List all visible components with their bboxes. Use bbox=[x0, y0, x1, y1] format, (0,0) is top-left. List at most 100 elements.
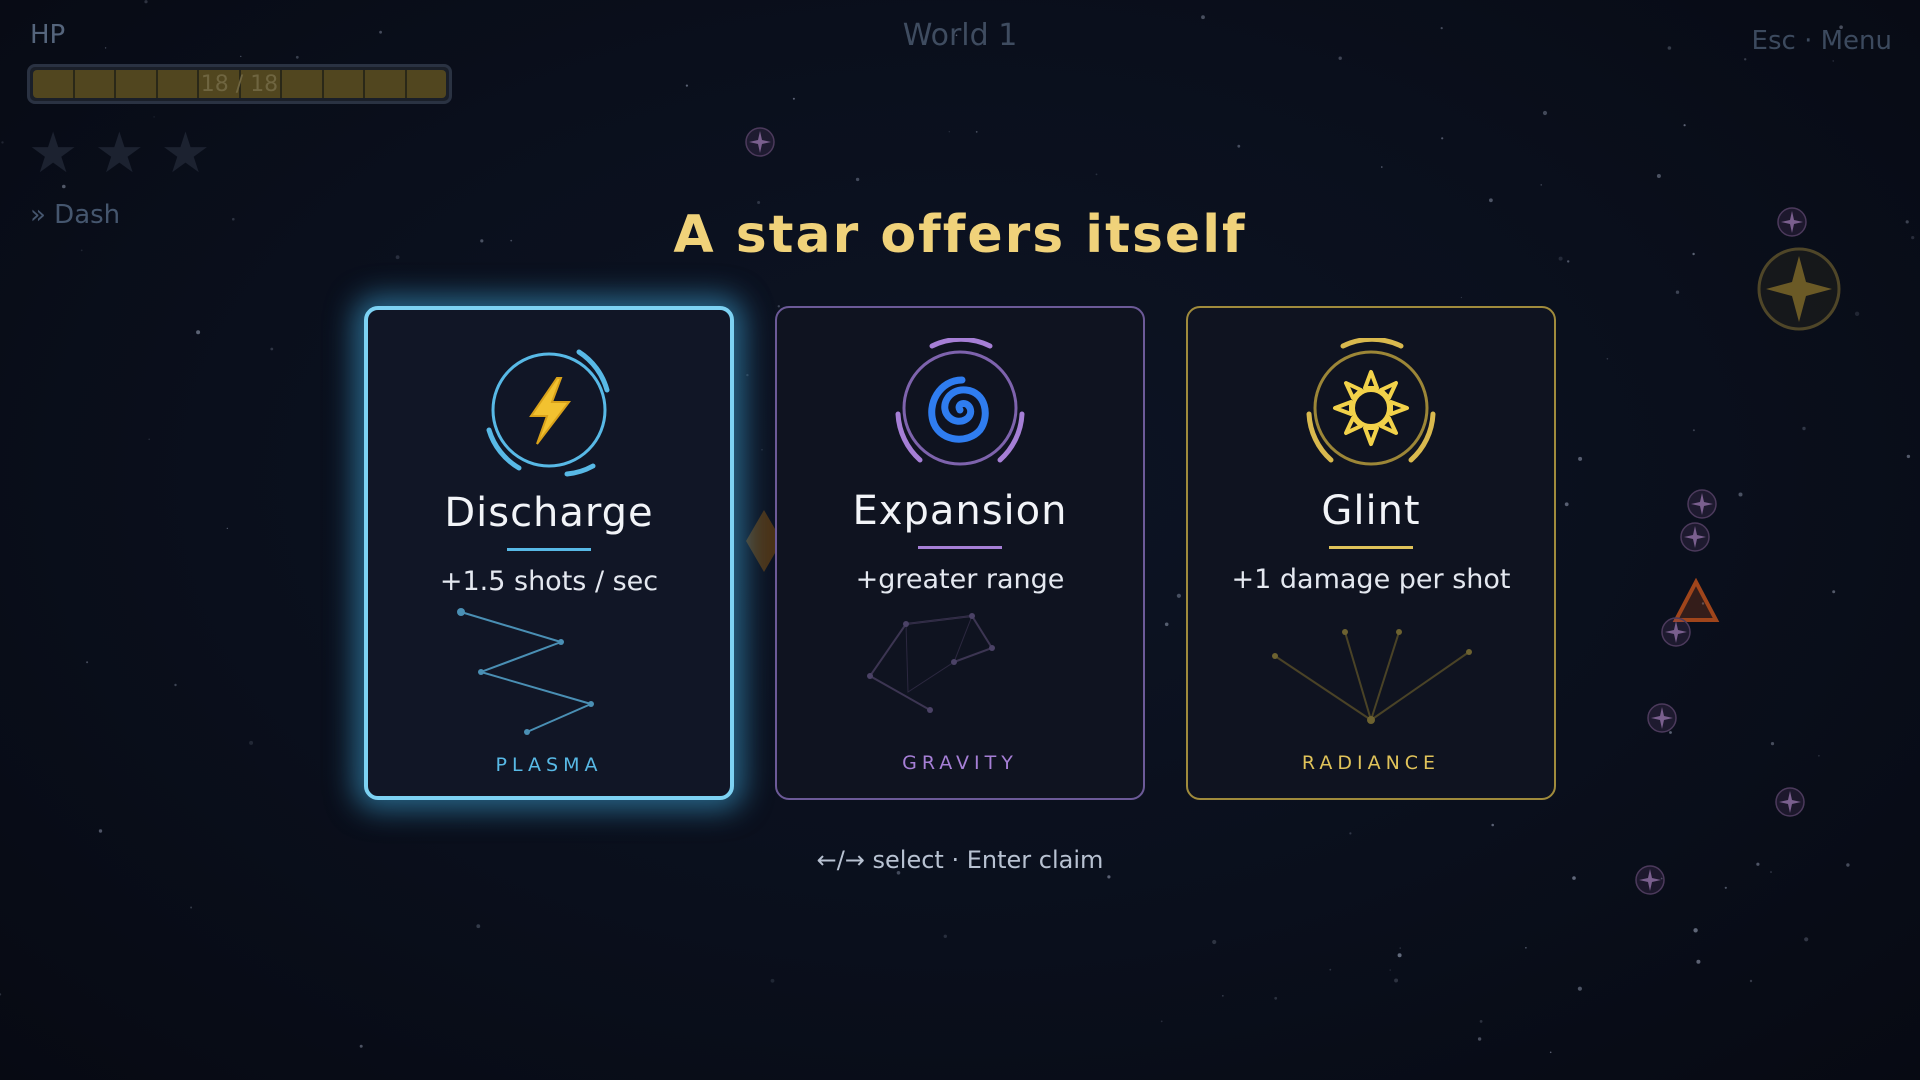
background-star bbox=[1237, 144, 1241, 148]
background-star bbox=[1460, 296, 1462, 299]
star-rating: ★ ★ ★ bbox=[28, 124, 211, 184]
background-star bbox=[98, 829, 103, 833]
background-star bbox=[1542, 110, 1548, 116]
background-star bbox=[1381, 166, 1383, 168]
enemy-star-icon bbox=[745, 127, 775, 157]
background-star bbox=[777, 305, 780, 308]
card-title: Discharge bbox=[444, 490, 654, 536]
upgrade-card-expansion[interactable]: Expansion +greater range GRAVITY bbox=[775, 306, 1145, 800]
background-star bbox=[1675, 290, 1680, 294]
background-star bbox=[86, 661, 89, 664]
background-star bbox=[1212, 939, 1217, 945]
star-icon: ★ bbox=[28, 121, 79, 186]
upgrade-card-glint[interactable]: Glint +1 damage per shot RADIANCE bbox=[1186, 306, 1556, 800]
star-icon: ★ bbox=[94, 121, 145, 186]
card-title: Expansion bbox=[852, 488, 1068, 534]
background-star bbox=[1692, 429, 1695, 432]
menu-hint: Esc · Menu bbox=[1751, 26, 1892, 56]
background-star bbox=[1724, 886, 1727, 889]
background-star bbox=[1578, 456, 1583, 461]
card-description: +1.5 shots / sec bbox=[439, 566, 659, 597]
background-star bbox=[1399, 947, 1401, 949]
background-star bbox=[1222, 995, 1224, 997]
background-star bbox=[1095, 173, 1098, 176]
background-star bbox=[1394, 978, 1399, 983]
background-star bbox=[1160, 1020, 1163, 1023]
background-star bbox=[1176, 593, 1181, 598]
background-star bbox=[792, 97, 795, 100]
card-description: +1 damage per shot bbox=[1231, 564, 1511, 595]
enemy-star-icon bbox=[1647, 703, 1677, 733]
background-star bbox=[1906, 454, 1911, 459]
background-star bbox=[1749, 979, 1753, 983]
card-element-tag: PLASMA bbox=[495, 754, 603, 776]
enemy-star-icon bbox=[1680, 522, 1710, 552]
background-star bbox=[295, 55, 299, 59]
background-star bbox=[1349, 832, 1352, 835]
card-underline bbox=[1329, 546, 1413, 549]
background-star bbox=[1479, 1020, 1483, 1023]
background-star bbox=[1338, 56, 1342, 60]
offer-heading: A star offers itself bbox=[673, 205, 1247, 265]
background-star bbox=[1802, 426, 1806, 431]
enemy-star-icon bbox=[1687, 489, 1717, 519]
spiral-icon bbox=[895, 338, 1025, 466]
lightning-icon bbox=[486, 349, 610, 477]
enemy-star-icon bbox=[1775, 787, 1805, 817]
world-title: World 1 bbox=[902, 18, 1018, 53]
background-star bbox=[1854, 311, 1860, 316]
card-element-tag: GRAVITY bbox=[902, 752, 1018, 774]
background-star bbox=[1329, 968, 1332, 971]
background-star bbox=[476, 924, 481, 929]
hp-bar: 18 / 18 bbox=[27, 64, 452, 104]
enemy-star-icon bbox=[1661, 617, 1691, 647]
background-star bbox=[1549, 1051, 1552, 1054]
background-star bbox=[1397, 953, 1402, 958]
background-star bbox=[270, 347, 274, 351]
background-star bbox=[190, 906, 193, 909]
background-star bbox=[948, 131, 950, 133]
background-star bbox=[975, 131, 978, 133]
background-star bbox=[855, 177, 860, 182]
background-star bbox=[1477, 1037, 1482, 1041]
background-star bbox=[1770, 742, 1775, 746]
background-star bbox=[1274, 996, 1278, 1000]
background-star bbox=[1696, 959, 1701, 964]
card-element-tag: RADIANCE bbox=[1301, 752, 1441, 774]
background-star bbox=[1540, 184, 1542, 186]
background-star bbox=[1832, 60, 1834, 62]
card-title: Glint bbox=[1321, 488, 1421, 534]
upgrade-card-discharge[interactable]: Discharge +1.5 shots / sec PLASMA bbox=[364, 306, 734, 800]
background-star bbox=[359, 1044, 363, 1048]
background-star bbox=[1572, 876, 1576, 880]
background-star bbox=[1441, 137, 1444, 140]
background-star bbox=[1564, 502, 1569, 507]
gravity-constellation bbox=[867, 613, 995, 713]
hp-value: 18 / 18 bbox=[200, 72, 279, 97]
background-star bbox=[1744, 58, 1747, 61]
background-star bbox=[1804, 937, 1809, 942]
background-star bbox=[0, 993, 2, 996]
star-icon: ★ bbox=[160, 121, 211, 186]
background-star bbox=[1, 141, 4, 144]
background-star bbox=[770, 978, 775, 983]
background-star bbox=[1738, 492, 1743, 497]
background-star bbox=[1489, 198, 1493, 203]
background-star bbox=[226, 527, 228, 530]
background-star bbox=[240, 55, 242, 58]
background-star bbox=[1606, 358, 1609, 360]
background-star bbox=[174, 683, 177, 687]
background-star bbox=[1164, 622, 1169, 627]
plasma-constellation bbox=[457, 608, 594, 735]
controls-hint: ←/→ select · Enter claim bbox=[816, 846, 1104, 874]
background-star bbox=[1656, 174, 1661, 178]
background-star bbox=[1525, 947, 1527, 949]
radiance-constellation bbox=[1272, 629, 1472, 724]
background-star bbox=[1491, 823, 1494, 827]
background-star bbox=[249, 740, 254, 745]
background-star bbox=[761, 449, 763, 451]
background-star bbox=[746, 373, 749, 377]
background-star bbox=[1577, 986, 1582, 991]
background-star bbox=[1832, 590, 1836, 594]
sun-icon bbox=[1306, 338, 1436, 466]
